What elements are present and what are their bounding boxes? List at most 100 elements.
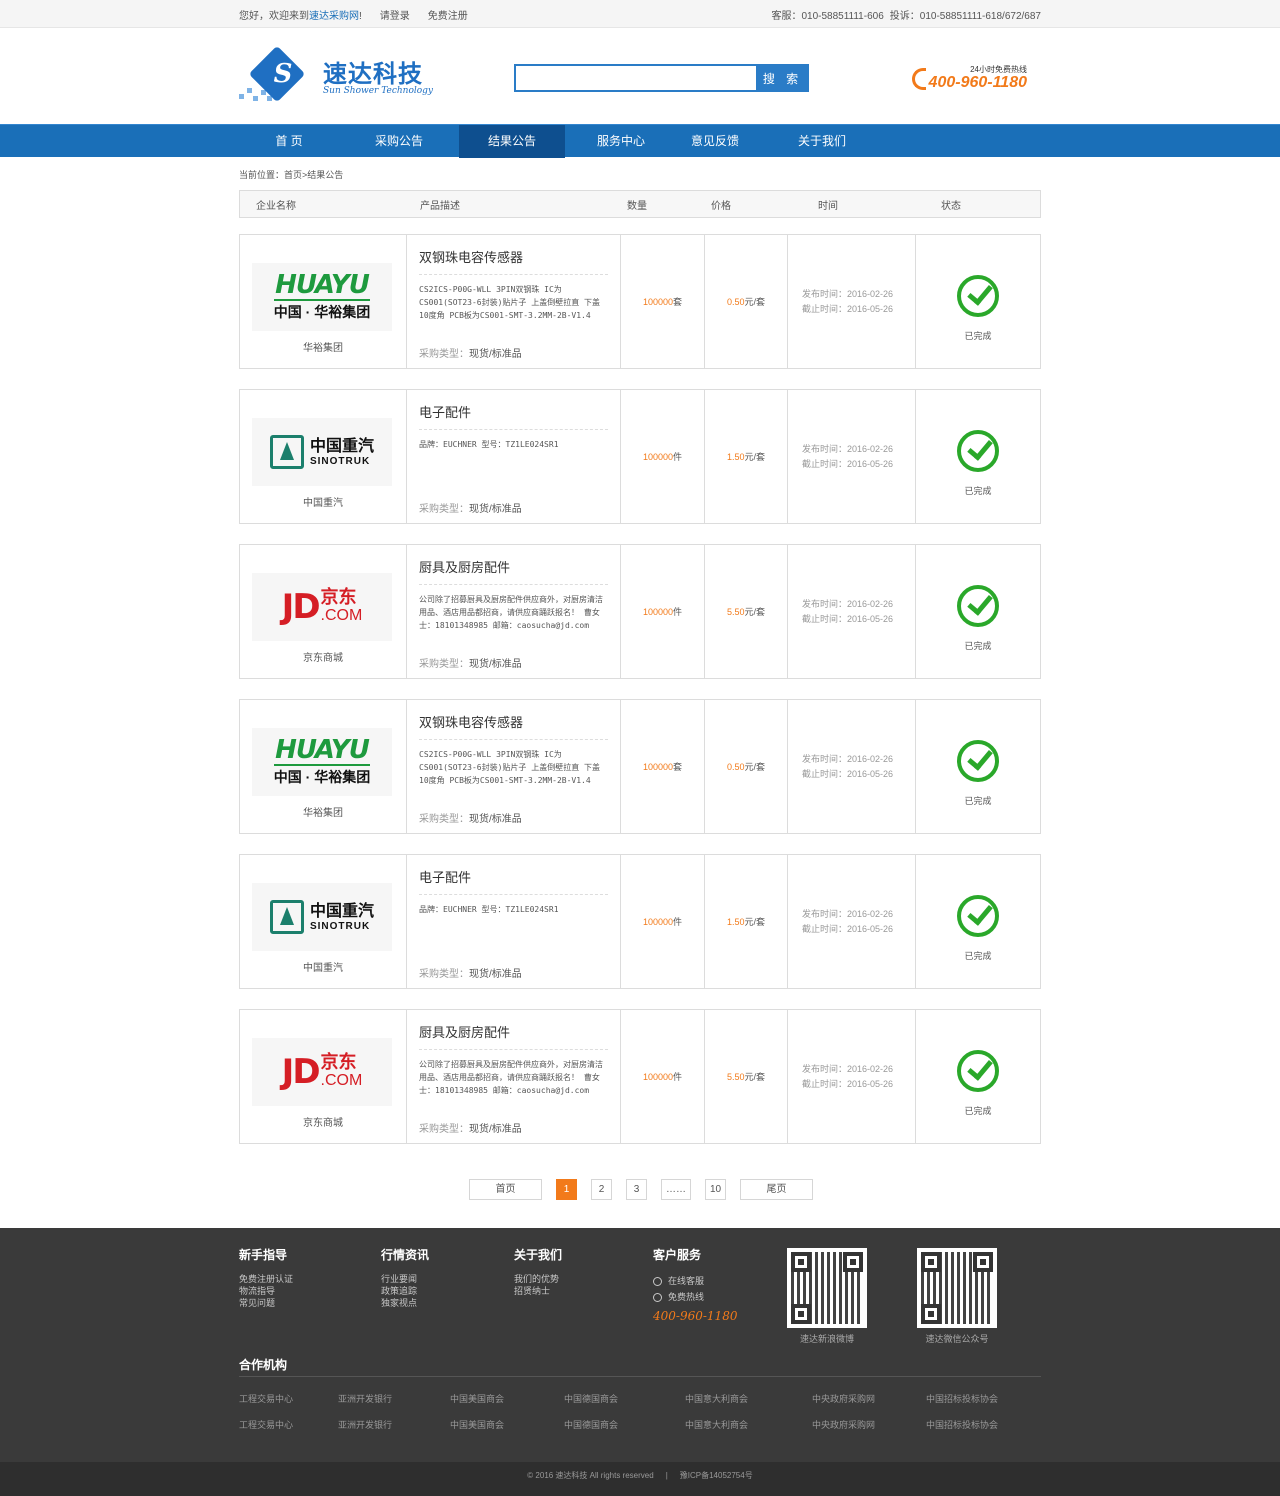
partner-link[interactable]: 中央政府采购网 bbox=[812, 1418, 875, 1431]
price-cell: 0.50 元/套 bbox=[705, 235, 788, 368]
product-name[interactable]: 厨具及厨房配件 bbox=[419, 1022, 608, 1050]
table-header: 企业名称 产品描述 数量 价格 时间 状态 bbox=[239, 190, 1041, 218]
footer-col-guide: 新手指导 免费注册认证 物流指导 常见问题 bbox=[239, 1246, 293, 1309]
time-cell: 发布时间：2016-02-26 截止时间：2016-05-26 bbox=[788, 700, 916, 833]
footer-link[interactable]: 常见问题 bbox=[239, 1297, 293, 1309]
product-name[interactable]: 电子配件 bbox=[419, 867, 608, 895]
price-value: 1.50 bbox=[726, 916, 745, 927]
partner-link[interactable]: 亚洲开发银行 bbox=[338, 1392, 392, 1405]
price-unit: 元/套 bbox=[744, 607, 766, 617]
company-name[interactable]: 中国重汽 bbox=[240, 959, 406, 974]
pager-first[interactable]: 首页 bbox=[469, 1179, 542, 1200]
footer-link[interactable]: 政策追踪 bbox=[381, 1285, 429, 1297]
partner-link[interactable]: 中国美国商会 bbox=[450, 1392, 504, 1405]
search-button[interactable]: 搜 索 bbox=[756, 64, 809, 92]
company-name[interactable]: 京东商城 bbox=[240, 1114, 406, 1129]
phone-icon bbox=[912, 68, 926, 90]
nav-item-about[interactable]: 关于我们 bbox=[753, 125, 891, 158]
price-cell: 0.50 元/套 bbox=[705, 700, 788, 833]
online-service-link[interactable]: 在线客服 bbox=[653, 1273, 737, 1289]
footer-link[interactable]: 行业要闻 bbox=[381, 1273, 429, 1285]
partner-link[interactable]: 亚洲开发银行 bbox=[338, 1418, 392, 1431]
product-detail: 品牌：EUCHNER 型号：TZ1LE024SR1 bbox=[419, 905, 559, 914]
partner-link[interactable]: 中国德国商会 bbox=[564, 1392, 618, 1405]
register-link[interactable]: 免费注册 bbox=[428, 7, 468, 22]
quantity-cell: 100000 件 bbox=[621, 855, 705, 988]
footer-link[interactable]: 招贤纳士 bbox=[514, 1285, 562, 1297]
company-logo[interactable]: 中国重汽 SINOTRUK bbox=[252, 418, 392, 486]
partner-link[interactable]: 中国招标投标协会 bbox=[926, 1418, 998, 1431]
footer-col-service: 客户服务 在线客服 免费热线 400-960-1180 bbox=[653, 1246, 737, 1323]
footer-link[interactable]: 我们的优势 bbox=[514, 1273, 562, 1285]
nav-item-service[interactable]: 服务中心 bbox=[565, 125, 677, 158]
check-circle-icon bbox=[957, 1050, 999, 1092]
status-badge: 已完成 bbox=[964, 951, 992, 961]
nav-item-purchase[interactable]: 采购公告 bbox=[339, 125, 459, 158]
status-badge: 已完成 bbox=[964, 331, 992, 341]
pager-page-2[interactable]: 2 bbox=[591, 1179, 612, 1200]
quantity-cell: 100000 套 bbox=[621, 700, 705, 833]
quantity-unit: 套 bbox=[673, 762, 683, 772]
time-cell: 发布时间：2016-02-26 截止时间：2016-05-26 bbox=[788, 855, 916, 988]
description-cell: 双钢珠电容传感器 CS2ICS-P00G-WLL 3PIN双钢珠 IC为CS001… bbox=[407, 235, 621, 368]
pager-page-1[interactable]: 1 bbox=[556, 1179, 577, 1200]
company-name[interactable]: 京东商城 bbox=[240, 649, 406, 664]
company-logo[interactable]: 中国重汽 SINOTRUK bbox=[252, 883, 392, 951]
quantity-value: 100000 bbox=[642, 296, 674, 307]
partner-link[interactable]: 中国德国商会 bbox=[564, 1418, 618, 1431]
company-name[interactable]: 中国重汽 bbox=[240, 494, 406, 509]
company-cell: JD 京东 .COM 京东商城 bbox=[240, 545, 407, 678]
breadcrumb: 当前位置：首页>结果公告 bbox=[239, 170, 344, 180]
footer-link[interactable]: 免费注册认证 bbox=[239, 1273, 293, 1285]
company-logo[interactable]: JD 京东 .COM bbox=[252, 573, 392, 641]
company-logo[interactable]: JD 京东 .COM bbox=[252, 1038, 392, 1106]
pager-ellipsis: …… bbox=[661, 1179, 691, 1200]
company-logo[interactable]: HUAYU 中国 · 华裕集团 bbox=[252, 263, 392, 331]
time-cell: 发布时间：2016-02-26 截止时间：2016-05-26 bbox=[788, 545, 916, 678]
site-logo[interactable]: S 速达科技 Sun Shower Technology bbox=[239, 45, 449, 106]
price-unit: 元/套 bbox=[744, 297, 766, 307]
pager-last[interactable]: 尾页 bbox=[740, 1179, 813, 1200]
publish-time: 发布时间：2016-02-26 bbox=[802, 288, 894, 299]
purchase-type: 采购类型：现货/标准品 bbox=[419, 969, 522, 980]
result-row[interactable]: HUAYU 中国 · 华裕集团华裕集团 双钢珠电容传感器 CS2ICS-P00G-WL… bbox=[239, 234, 1041, 369]
nav-item-home[interactable]: 首 页 bbox=[239, 125, 339, 158]
company-name[interactable]: 华裕集团 bbox=[240, 339, 406, 354]
partner-link[interactable]: 工程交易中心 bbox=[239, 1392, 293, 1405]
product-name[interactable]: 厨具及厨房配件 bbox=[419, 557, 608, 585]
product-name[interactable]: 双钢珠电容传感器 bbox=[419, 247, 608, 275]
sinotruk-emblem-icon bbox=[269, 435, 304, 469]
publish-time: 发布时间：2016-02-26 bbox=[802, 1063, 894, 1074]
site-name-link[interactable]: 速达采购网 bbox=[309, 11, 359, 22]
partner-link[interactable]: 中央政府采购网 bbox=[812, 1392, 875, 1405]
footer-link[interactable]: 独家视点 bbox=[381, 1297, 429, 1309]
partner-link[interactable]: 中国意大利商会 bbox=[685, 1392, 748, 1405]
product-name[interactable]: 电子配件 bbox=[419, 402, 608, 430]
result-row[interactable]: JD 京东 .COM 京东商城 厨具及厨房配件 公司除了招募厨具及厨房配件供应商外，对厨房… bbox=[239, 544, 1041, 679]
nav-item-results[interactable]: 结果公告 bbox=[459, 125, 565, 158]
partner-link[interactable]: 中国美国商会 bbox=[450, 1418, 504, 1431]
status-badge: 已完成 bbox=[964, 1106, 992, 1116]
price-value: 5.50 bbox=[726, 606, 745, 617]
partner-link[interactable]: 中国招标投标协会 bbox=[926, 1392, 998, 1405]
time-cell: 发布时间：2016-02-26 截止时间：2016-05-26 bbox=[788, 390, 916, 523]
product-name[interactable]: 双钢珠电容传感器 bbox=[419, 712, 608, 740]
result-row[interactable]: JD 京东 .COM 京东商城 厨具及厨房配件 公司除了招募厨具及厨房配件供应商外，对厨房… bbox=[239, 1009, 1041, 1144]
purchase-type: 采购类型：现货/标准品 bbox=[419, 659, 522, 670]
partner-link[interactable]: 工程交易中心 bbox=[239, 1418, 293, 1431]
result-row[interactable]: HUAYU 中国 · 华裕集团 华裕集团 双钢珠电容传感器 CS2ICS-P00G-WL… bbox=[239, 699, 1041, 834]
footer-link[interactable]: 物流指导 bbox=[239, 1285, 293, 1297]
hotline: 24小时免费热线 400-960-1180 bbox=[912, 64, 1027, 96]
login-link[interactable]: 请登录 bbox=[380, 7, 410, 22]
partner-link[interactable]: 中国意大利商会 bbox=[685, 1418, 748, 1431]
purchase-type: 采购类型：现货/标准品 bbox=[419, 349, 522, 360]
company-logo[interactable]: HUAYU 中国 · 华裕集团 bbox=[252, 728, 392, 796]
nav-item-feedback[interactable]: 意见反馈 bbox=[677, 125, 753, 158]
search-input[interactable] bbox=[514, 64, 756, 92]
company-name[interactable]: 华裕集团 bbox=[240, 804, 406, 819]
pager-page-3[interactable]: 3 bbox=[626, 1179, 647, 1200]
pager-page-10[interactable]: 10 bbox=[705, 1179, 726, 1200]
result-row[interactable]: 中国重汽 SINOTRUK 中国重汽 电子配件品牌：EUCHNER 型号：TZ1LE0… bbox=[239, 854, 1041, 989]
quantity-value: 100000 bbox=[642, 1071, 674, 1082]
result-row[interactable]: 中国重汽 SINOTRUK 中国重汽 电子配件 品牌：EUCHNER 型号：TZ1LE0… bbox=[239, 389, 1041, 524]
